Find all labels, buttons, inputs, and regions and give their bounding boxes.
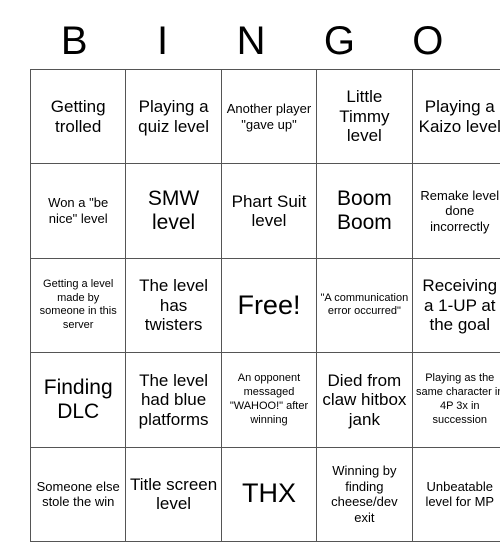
bingo-cell-label: SMW level [147,187,200,235]
bingo-cell[interactable]: An opponent messaged "WAHOO!" after winn… [220,352,318,448]
bingo-cell[interactable]: The level had blue platforms [125,352,222,448]
bingo-cell[interactable]: "A communication error occurred" [316,257,413,354]
bingo-cell[interactable]: Remake level done incorrectly [411,163,500,259]
bingo-cell[interactable]: Another player "gave up" [220,68,318,165]
bingo-cell[interactable]: Someone else stole the win [29,446,127,542]
bingo-cell-label: Winning by finding cheese/dev exit [331,463,398,525]
bingo-cell[interactable]: Receiving a 1-UP at the goal [411,257,500,354]
bingo-cell-label: Phart Suit level [231,191,307,231]
bingo-cell[interactable]: Died from claw hitbox jank [316,352,413,448]
bingo-row: Getting a level made by someone in this … [29,257,500,354]
bingo-cell[interactable]: Little Timmy level [316,68,413,165]
header-letter-g: G [323,19,355,63]
header-letter-b: B [60,19,88,63]
bingo-cell-label: Someone else stole the win [36,478,120,510]
header-letter-o: O [412,19,444,63]
bingo-row: Getting trolled Playing a quiz level Ano… [29,68,500,165]
bingo-cell[interactable]: THX [220,446,318,542]
bingo-cell[interactable]: Won a "be nice" level [29,163,127,259]
bingo-cell-label: Title screen level [129,474,218,514]
bingo-card: B I N G O Getting trolled Playing a quiz… [0,0,500,544]
header-letter-i: I [157,19,169,63]
bingo-cell-label: Playing a Kaizo level [418,97,500,136]
bingo-header: B I N G O [30,14,472,68]
bingo-cell-label: Another player "gave up" [226,101,312,132]
bingo-cell-free[interactable]: Free! [220,257,318,354]
bingo-cell[interactable]: Finding DLC [29,352,127,448]
bingo-cell-label: Unbeatable level for MP [425,478,495,510]
bingo-cell[interactable]: Playing a Kaizo level [411,68,500,165]
bingo-cell-label: Little Timmy level [339,87,390,146]
bingo-cell-label: Free! [237,289,301,320]
bingo-cell[interactable]: Title screen level [125,446,222,542]
bingo-cell[interactable]: Winning by finding cheese/dev exit [316,446,413,542]
bingo-cell[interactable]: The level has twisters [125,257,222,354]
bingo-cell-label: "A communication error occurred" [320,291,409,318]
bingo-row: Finding DLC The level had blue platforms… [29,352,500,448]
bingo-cell-label: Remake level done incorrectly [420,187,500,234]
bingo-cell-label: Playing as the same character in 4P 3x i… [416,372,500,426]
bingo-cell-label: Finding DLC [43,376,113,423]
header-letter-n: N [236,19,266,63]
bingo-cell-label: Boom Boom [336,187,392,235]
bingo-cell-label: Getting a level made by someone in this … [39,277,117,332]
bingo-cell[interactable]: Phart Suit level [220,163,318,259]
bingo-row: Won a "be nice" level SMW level Phart Su… [29,163,500,259]
bingo-cell-label: Playing a quiz level [138,97,210,136]
bingo-cell[interactable]: Getting a level made by someone in this … [29,257,127,354]
bingo-cell-label: An opponent messaged "WAHOO!" after winn… [229,372,309,426]
bingo-cell[interactable]: Boom Boom [316,163,413,259]
bingo-cell[interactable]: Getting trolled [29,68,127,165]
bingo-cell-label: THX [241,478,296,509]
bingo-cell-label: Died from claw hitbox jank [322,370,407,429]
bingo-cell[interactable]: Playing a quiz level [125,68,222,165]
bingo-cell-label: Receiving a 1-UP at the goal [422,276,498,335]
bingo-cell[interactable]: Playing as the same character in 4P 3x i… [411,352,500,448]
bingo-cell-label: Won a "be nice" level [48,195,109,227]
bingo-cell-label: The level has twisters [139,276,209,335]
bingo-grid: Getting trolled Playing a quiz level Ano… [29,68,500,542]
bingo-cell[interactable]: Unbeatable level for MP [411,446,500,542]
bingo-row: Someone else stole the win Title screen … [29,446,500,542]
bingo-cell[interactable]: SMW level [125,163,222,259]
bingo-cell-label: The level had blue platforms [138,370,209,429]
bingo-cell-label: Getting trolled [50,97,106,136]
